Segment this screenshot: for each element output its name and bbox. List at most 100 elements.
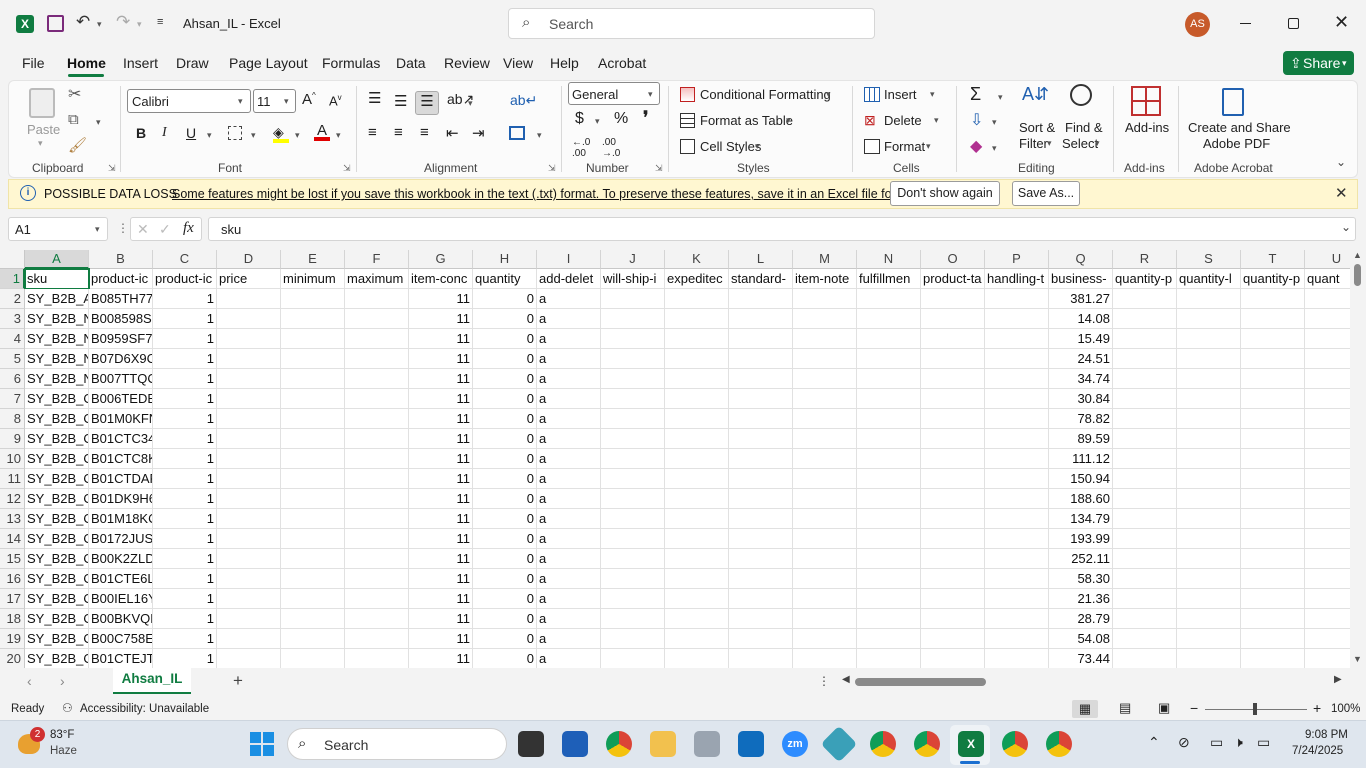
empty-cell[interactable] xyxy=(793,429,857,449)
empty-cell[interactable] xyxy=(217,349,281,369)
empty-cell[interactable] xyxy=(601,389,665,409)
horizontal-scroll-thumb[interactable] xyxy=(855,678,986,686)
chrome-profile-1-icon[interactable] xyxy=(870,731,896,757)
create-pdf-button[interactable]: Create and Share Adobe PDF xyxy=(1184,84,1291,154)
empty-cell[interactable] xyxy=(857,349,921,369)
empty-cell[interactable] xyxy=(1241,449,1305,469)
decrease-font-icon[interactable]: Av xyxy=(329,93,342,108)
empty-cell[interactable] xyxy=(1113,449,1177,469)
empty-cell[interactable] xyxy=(985,289,1049,309)
sheet-tab-ahsan[interactable]: Ahsan_IL xyxy=(113,668,191,694)
cell-g9[interactable]: 11 xyxy=(409,429,473,449)
empty-cell[interactable] xyxy=(985,509,1049,529)
cell-i14[interactable]: a xyxy=(537,529,601,549)
header-cell[interactable]: price xyxy=(217,269,281,289)
cell-a8[interactable]: SY_B2B_O xyxy=(25,409,89,429)
empty-cell[interactable] xyxy=(217,509,281,529)
cell-a19[interactable]: SY_B2B_O xyxy=(25,629,89,649)
header-cell[interactable]: fulfillmen xyxy=(857,269,921,289)
cell-i4[interactable]: a xyxy=(537,329,601,349)
cell-c10[interactable]: 1 xyxy=(153,449,217,469)
normal-view-icon[interactable]: ▦ xyxy=(1072,700,1098,718)
cell-c3[interactable]: 1 xyxy=(153,309,217,329)
empty-cell[interactable] xyxy=(1113,469,1177,489)
column-header-l[interactable]: L xyxy=(729,250,793,269)
column-header-m[interactable]: M xyxy=(793,250,857,269)
cell-a3[interactable]: SY_B2B_N xyxy=(25,309,89,329)
empty-cell[interactable] xyxy=(921,369,985,389)
empty-cell[interactable] xyxy=(921,409,985,429)
cell-a5[interactable]: SY_B2B_N xyxy=(25,349,89,369)
borders-icon[interactable] xyxy=(228,126,242,140)
cell-c12[interactable]: 1 xyxy=(153,489,217,509)
banner-message[interactable]: Some features might be lost if you save … xyxy=(172,187,920,201)
align-middle-icon[interactable]: ☰ xyxy=(394,92,407,110)
cell-b13[interactable]: B01M18KC xyxy=(89,509,153,529)
empty-cell[interactable] xyxy=(601,589,665,609)
page-break-view-icon[interactable]: ▣ xyxy=(1158,700,1170,716)
empty-cell[interactable] xyxy=(665,549,729,569)
row-header-13[interactable]: 13 xyxy=(0,509,25,529)
cell-h19[interactable]: 0 xyxy=(473,629,537,649)
cell-h11[interactable]: 0 xyxy=(473,469,537,489)
redo-icon[interactable]: ↷ xyxy=(116,12,130,32)
empty-cell[interactable] xyxy=(1177,409,1241,429)
insert-cells-button[interactable]: Insert ▾ xyxy=(864,86,944,106)
empty-cell[interactable] xyxy=(217,489,281,509)
undo-dropdown-icon[interactable]: ▾ xyxy=(97,19,102,30)
empty-cell[interactable] xyxy=(1177,469,1241,489)
empty-cell[interactable] xyxy=(857,589,921,609)
row-header-10[interactable]: 10 xyxy=(0,449,25,469)
page-layout-view-icon[interactable]: ▤ xyxy=(1119,700,1131,716)
empty-cell[interactable] xyxy=(1241,309,1305,329)
cell-i19[interactable]: a xyxy=(537,629,601,649)
currency-dropdown-icon[interactable]: ▾ xyxy=(595,116,600,127)
empty-cell[interactable] xyxy=(729,369,793,389)
borders-dropdown-icon[interactable]: ▾ xyxy=(251,130,256,141)
cell-b8[interactable]: B01M0KFN xyxy=(89,409,153,429)
excel-taskbar-icon[interactable]: X xyxy=(958,731,984,757)
row-header-6[interactable]: 6 xyxy=(0,369,25,389)
cell-b11[interactable]: B01CTDAF xyxy=(89,469,153,489)
cell-g12[interactable]: 11 xyxy=(409,489,473,509)
cell-b12[interactable]: B01DK9H6 xyxy=(89,489,153,509)
empty-cell[interactable] xyxy=(729,329,793,349)
empty-cell[interactable] xyxy=(793,369,857,389)
empty-cell[interactable] xyxy=(1113,429,1177,449)
cell-q18[interactable]: 28.79 xyxy=(1049,609,1113,629)
column-header-t[interactable]: T xyxy=(1241,250,1305,269)
align-top-icon[interactable]: ☰ xyxy=(368,89,381,107)
cell-a6[interactable]: SY_B2B_N xyxy=(25,369,89,389)
empty-cell[interactable] xyxy=(1241,529,1305,549)
empty-cell[interactable] xyxy=(793,449,857,469)
empty-cell[interactable] xyxy=(345,289,409,309)
cell-c15[interactable]: 1 xyxy=(153,549,217,569)
cell-c16[interactable]: 1 xyxy=(153,569,217,589)
formula-input[interactable]: sku ⌄ xyxy=(208,217,1356,241)
row-header-18[interactable]: 18 xyxy=(0,609,25,629)
empty-cell[interactable] xyxy=(281,449,345,469)
empty-cell[interactable] xyxy=(921,389,985,409)
empty-cell[interactable] xyxy=(985,329,1049,349)
empty-cell[interactable] xyxy=(601,349,665,369)
empty-cell[interactable] xyxy=(857,309,921,329)
row-header-5[interactable]: 5 xyxy=(0,349,25,369)
header-cell[interactable]: business- xyxy=(1049,269,1113,289)
chrome-profile-2-icon[interactable] xyxy=(914,731,940,757)
empty-cell[interactable] xyxy=(1241,589,1305,609)
cell-g15[interactable]: 11 xyxy=(409,549,473,569)
empty-cell[interactable] xyxy=(665,569,729,589)
empty-cell[interactable] xyxy=(921,569,985,589)
empty-cell[interactable] xyxy=(601,549,665,569)
cell-h18[interactable]: 0 xyxy=(473,609,537,629)
empty-cell[interactable] xyxy=(793,349,857,369)
tab-file[interactable]: File xyxy=(22,55,45,71)
share-button[interactable]: ⇪ Share ▾ xyxy=(1283,51,1354,75)
empty-cell[interactable] xyxy=(857,569,921,589)
cell-a15[interactable]: SY_B2B_O xyxy=(25,549,89,569)
cell-h9[interactable]: 0 xyxy=(473,429,537,449)
cell-i12[interactable]: a xyxy=(537,489,601,509)
cell-h10[interactable]: 0 xyxy=(473,449,537,469)
scroll-left-icon[interactable]: ◀ xyxy=(842,674,850,685)
cell-a20[interactable]: SY_B2B_O xyxy=(25,649,89,669)
